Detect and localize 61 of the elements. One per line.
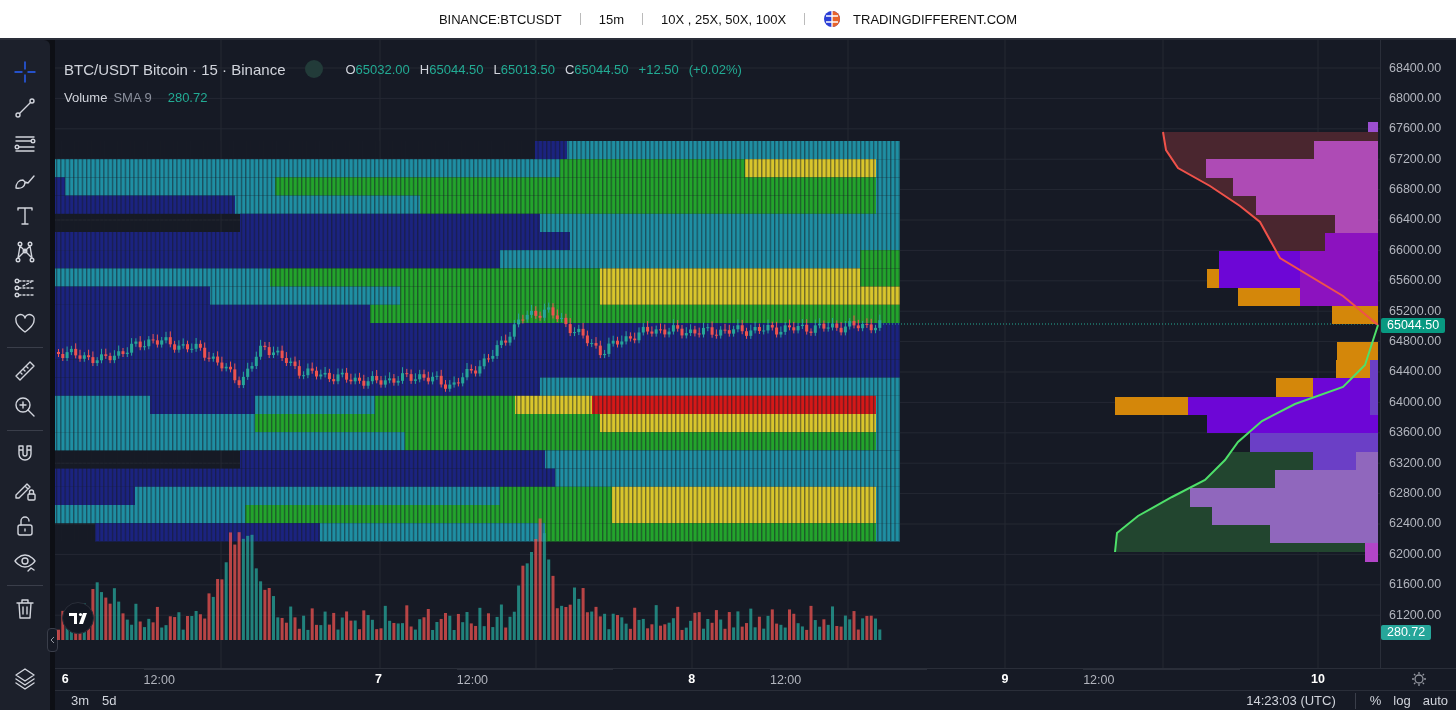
price-label: 63600.00 bbox=[1388, 426, 1443, 440]
trash-icon[interactable] bbox=[13, 597, 37, 621]
ohlc-value: L65013.50 bbox=[493, 61, 555, 77]
pattern-icon[interactable] bbox=[13, 240, 37, 264]
study-value: 280.72 bbox=[167, 90, 208, 105]
ohlc-value: C65044.50 bbox=[564, 61, 629, 77]
price-label: 64400.00 bbox=[1388, 365, 1443, 379]
zoom-in-icon[interactable] bbox=[13, 395, 37, 419]
volume-tag: 280.72 bbox=[1381, 625, 1432, 640]
price-label: 62400.00 bbox=[1388, 517, 1443, 531]
price-label: 68400.00 bbox=[1388, 61, 1443, 75]
time-label: 12:00 bbox=[143, 669, 301, 690]
price-label: 67600.00 bbox=[1388, 122, 1443, 136]
header-label: 15m bbox=[598, 11, 625, 27]
clock-label: 14:23:03 (UTC) bbox=[1246, 693, 1336, 708]
forecast-icon[interactable] bbox=[13, 276, 37, 300]
price-label: 66000.00 bbox=[1388, 243, 1443, 257]
price-label: 67200.00 bbox=[1388, 152, 1443, 166]
price-label: 64000.00 bbox=[1388, 395, 1443, 409]
scale-option[interactable]: % bbox=[1369, 693, 1382, 708]
price-label: 62800.00 bbox=[1388, 486, 1443, 500]
scale-option[interactable]: auto bbox=[1422, 693, 1448, 708]
price-label: 63200.00 bbox=[1388, 456, 1443, 470]
header-label: BINANCE:BTCUSDT bbox=[438, 11, 562, 27]
indicator-dot-icon bbox=[305, 60, 324, 78]
trend-line-icon[interactable] bbox=[13, 96, 37, 120]
time-label: 8 bbox=[687, 671, 697, 688]
time-label: 7 bbox=[374, 671, 383, 688]
change-percent: (+0.02%) bbox=[688, 61, 742, 77]
change-value: +12.50 bbox=[638, 61, 679, 77]
ohlc-value: O65032.00 bbox=[345, 61, 410, 77]
globe-icon bbox=[823, 10, 842, 28]
ohlc-value: H65044.50 bbox=[419, 61, 484, 77]
time-label: 12:00 bbox=[769, 669, 927, 690]
ruler-icon[interactable] bbox=[13, 359, 37, 383]
price-label: 66400.00 bbox=[1388, 213, 1443, 227]
time-label: 6 bbox=[60, 671, 70, 688]
price-label: 66800.00 bbox=[1388, 183, 1443, 197]
study-params: SMA 9 bbox=[113, 90, 152, 105]
range-button[interactable]: 3m bbox=[71, 693, 90, 708]
time-label: 12:00 bbox=[1083, 669, 1240, 690]
symbol-title: BTC/USDT Bitcoin · 15 · Binance bbox=[64, 60, 286, 78]
scale-option[interactable]: log bbox=[1393, 693, 1411, 708]
range-button[interactable]: 5d bbox=[102, 693, 117, 708]
site-link[interactable]: TRADINGDIFFERENT.COM bbox=[853, 11, 1018, 27]
price-label: 65600.00 bbox=[1388, 274, 1443, 288]
price-label: 61200.00 bbox=[1388, 608, 1443, 622]
time-label: 10 bbox=[1310, 671, 1326, 688]
price-label: 61600.00 bbox=[1388, 578, 1443, 592]
study-name: Volume bbox=[64, 90, 108, 105]
layers-icon[interactable] bbox=[13, 666, 37, 690]
price-label: 62000.00 bbox=[1388, 547, 1443, 561]
settings-icon[interactable] bbox=[1411, 671, 1427, 687]
time-label: 12:00 bbox=[456, 669, 614, 690]
last-price-tag: 65044.50 bbox=[1381, 318, 1446, 333]
price-label: 68000.00 bbox=[1388, 91, 1443, 105]
time-label: 9 bbox=[1000, 671, 1010, 688]
header-label: 10X , 25X, 50X, 100X bbox=[661, 11, 787, 27]
crosshair-icon[interactable] bbox=[13, 60, 37, 84]
price-label: 64800.00 bbox=[1388, 335, 1443, 348]
price-label: 65200.00 bbox=[1388, 304, 1443, 318]
